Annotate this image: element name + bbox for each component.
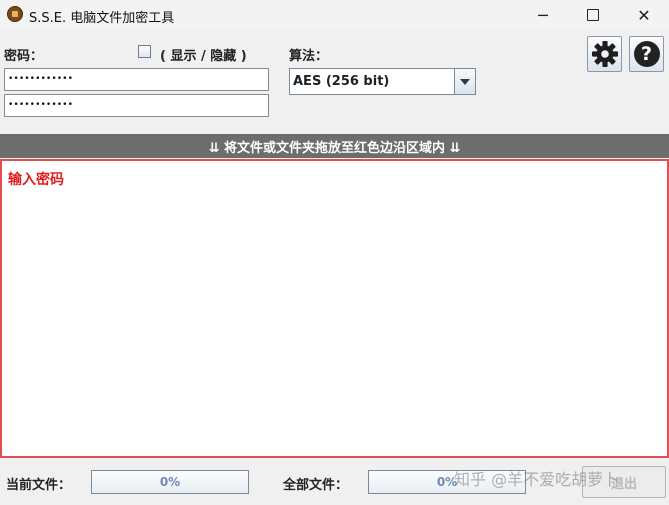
show-password-checkbox[interactable] bbox=[138, 45, 151, 58]
algorithm-label: 算法： bbox=[289, 49, 329, 64]
window-title: S.S.E. 电脑文件加密工具 bbox=[29, 11, 175, 26]
minimize-icon: ─ bbox=[538, 5, 548, 25]
close-icon: ✕ bbox=[637, 5, 651, 25]
algorithm-selected-value: AES (256 bit) bbox=[293, 74, 390, 89]
current-file-progress: 0% bbox=[91, 470, 249, 494]
show-hide-label: ( 显示 / 隐藏 ) bbox=[160, 49, 247, 64]
total-files-label: 全部文件： bbox=[283, 478, 349, 493]
algorithm-select[interactable]: AES (256 bit) bbox=[289, 68, 476, 95]
maximize-button[interactable] bbox=[570, 0, 616, 30]
minimize-button[interactable]: ─ bbox=[520, 0, 566, 30]
password-label: 密码： bbox=[4, 49, 44, 64]
help-button[interactable]: ? bbox=[629, 36, 664, 72]
drop-zone-message: 输入密码 bbox=[8, 172, 64, 188]
settings-button[interactable] bbox=[587, 36, 622, 72]
file-drop-zone[interactable]: 输入密码 bbox=[0, 159, 669, 458]
watermark: 知乎 @羊不爱吃胡萝卜 bbox=[454, 470, 620, 489]
gear-icon bbox=[591, 41, 618, 67]
password-input[interactable]: •••••••••••• bbox=[4, 68, 269, 91]
chevron-down-icon[interactable] bbox=[454, 69, 475, 94]
drop-instruction-banner: ⇊ 将文件或文件夹拖放至红色边沿区域内 ⇊ bbox=[0, 134, 669, 158]
password-confirm-input[interactable]: •••••••••••• bbox=[4, 94, 269, 117]
close-button[interactable]: ✕ bbox=[621, 0, 667, 30]
maximize-icon bbox=[587, 9, 599, 21]
title-bar: S.S.E. 电脑文件加密工具 ─ ✕ bbox=[0, 0, 669, 30]
current-file-label: 当前文件： bbox=[6, 478, 72, 493]
help-icon: ? bbox=[633, 41, 660, 67]
app-logo-icon bbox=[7, 6, 23, 22]
